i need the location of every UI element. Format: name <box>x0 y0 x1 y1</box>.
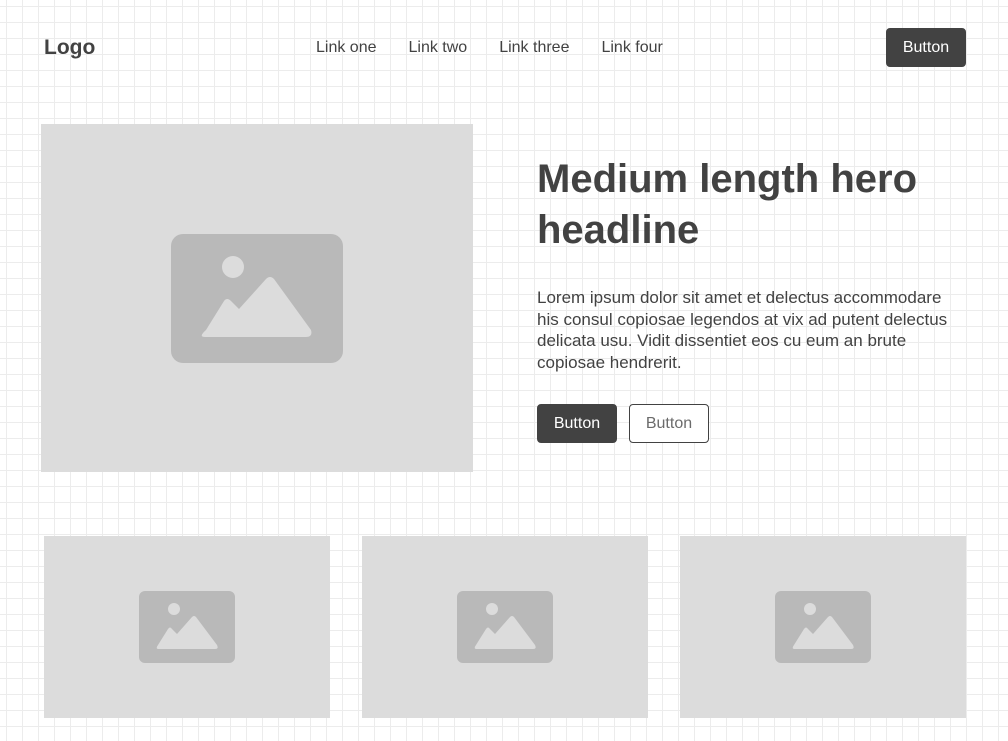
hero-image-placeholder <box>41 124 473 472</box>
main-nav: Link one Link two Link three Link four <box>316 38 663 58</box>
hero-primary-button[interactable]: Button <box>537 404 617 443</box>
card-image-placeholder <box>362 536 648 718</box>
image-placeholder-icon <box>775 591 871 663</box>
hero-headline: Medium length hero headline <box>537 157 917 252</box>
image-placeholder-icon <box>171 233 343 363</box>
image-placeholder-icon <box>139 591 235 663</box>
logo[interactable]: Logo <box>44 34 95 62</box>
nav-link-four[interactable]: Link four <box>601 38 662 58</box>
nav-link-three[interactable]: Link three <box>499 38 569 58</box>
card-image-placeholder <box>680 536 966 718</box>
hero-secondary-button[interactable]: Button <box>629 404 709 443</box>
card-image-placeholder <box>44 536 330 718</box>
header-button[interactable]: Button <box>886 28 966 67</box>
hero-button-group: Button Button <box>537 404 709 443</box>
nav-link-one[interactable]: Link one <box>316 38 377 58</box>
nav-link-two[interactable]: Link two <box>409 38 468 58</box>
image-placeholder-icon <box>457 591 553 663</box>
hero-body-text: Lorem ipsum dolor sit amet et delectus a… <box>537 288 948 372</box>
